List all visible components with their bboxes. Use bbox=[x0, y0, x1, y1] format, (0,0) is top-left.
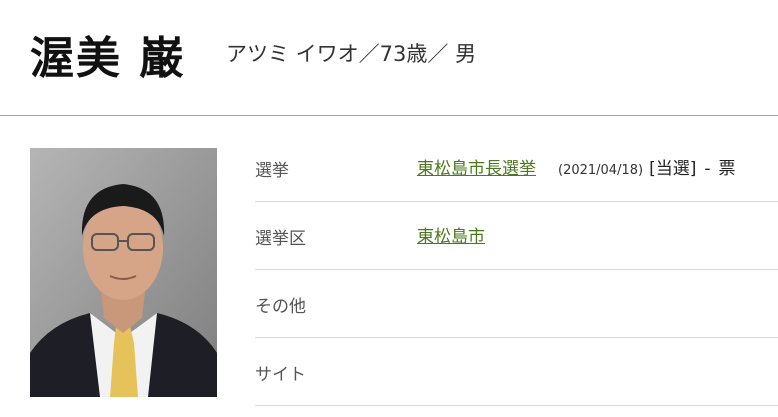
other-label: その他 bbox=[255, 297, 306, 317]
district-value: 東松島市 bbox=[417, 222, 485, 247]
candidate-photo bbox=[30, 148, 217, 397]
details-row-other: その他 bbox=[255, 270, 778, 338]
details-row-site: サイト bbox=[255, 338, 778, 406]
election-result: [当選] bbox=[649, 159, 697, 179]
candidate-page: 渥美 巌 アツミ イワオ／73歳／ 男 選挙 東松島市長選挙 (2021/04/… bbox=[0, 0, 778, 417]
election-dash: - bbox=[704, 159, 711, 179]
district-link[interactable]: 東松島市 bbox=[417, 227, 485, 247]
candidate-kana-age-gender: アツミ イワオ／73歳／ 男 bbox=[226, 42, 477, 66]
candidate-name: 渥美 巌 bbox=[30, 33, 186, 84]
election-link[interactable]: 東松島市長選挙 bbox=[417, 159, 536, 179]
election-votes: 票 bbox=[718, 159, 736, 179]
details-row-election: 選挙 東松島市長選挙 (2021/04/18) [当選] - 票 bbox=[255, 134, 778, 202]
site-label: サイト bbox=[255, 365, 306, 385]
candidate-details-table: 選挙 東松島市長選挙 (2021/04/18) [当選] - 票 選挙区 東松島市 その… bbox=[255, 134, 778, 406]
election-label: 選挙 bbox=[255, 161, 289, 181]
election-date: (2021/04/18) bbox=[558, 163, 644, 178]
district-label: 選挙区 bbox=[255, 229, 306, 249]
details-row-district: 選挙区 東松島市 bbox=[255, 202, 778, 270]
election-value: 東松島市長選挙 (2021/04/18) [当選] - 票 bbox=[417, 154, 735, 179]
candidate-header: 渥美 巌 アツミ イワオ／73歳／ 男 bbox=[0, 0, 778, 116]
